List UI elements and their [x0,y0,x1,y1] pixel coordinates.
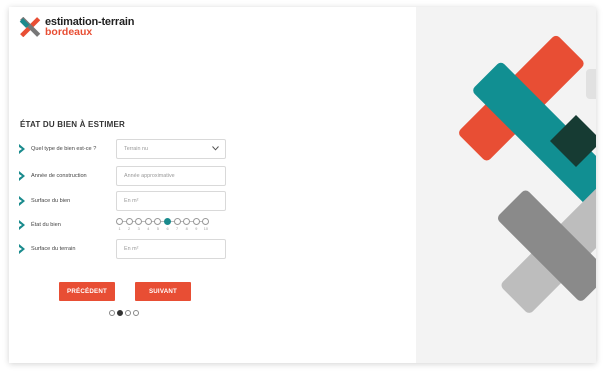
brand-graphic [459,35,596,313]
pagination-dot-4[interactable] [133,310,139,316]
rating-option-9[interactable] [192,218,200,225]
rating-option-label: 6 [166,227,169,231]
field-label: Surface du terrain [31,246,76,252]
field-label: Surface du bien [31,198,71,204]
brand-logo[interactable]: estimation-terrain bordeaux [19,17,135,38]
chevron-right-icon [19,244,25,254]
pagination-dot-3[interactable] [125,310,131,316]
rating-option-label: 9 [195,227,198,231]
rating-option-8[interactable] [183,218,191,225]
field-property-surface: Surface du bien En m² [19,191,229,211]
condition-rating-scale: 1 2 3 4 5 6 7 8 9 10 [116,217,216,235]
select-value: Terrain nu [124,146,148,152]
rating-option-label: 10 [203,227,208,231]
brand-name-line2: bordeaux [45,26,93,38]
field-label: État du bien [31,222,61,228]
chevron-right-icon [19,144,25,154]
pagination-dot-2[interactable] [117,310,123,316]
decorative-panel [416,7,596,363]
rating-option-label: 8 [185,227,188,231]
input-placeholder: En m² [124,198,139,204]
input-placeholder: En m² [124,246,139,252]
form-panel: estimation-terrain bordeaux ÉTAT DU BIEN… [9,7,416,363]
rating-option-label: 2 [128,227,131,231]
rating-option-1[interactable] [116,218,123,225]
field-land-surface: Surface du terrain En m² [19,239,229,259]
rating-option-label: 1 [118,227,121,231]
section-title: ÉTAT DU BIEN À ESTIMER [20,120,125,129]
chevron-right-icon [19,220,25,230]
rating-option-3[interactable] [135,218,143,225]
rating-option-10[interactable] [202,218,210,225]
brand-name: estimation-terrain bordeaux [45,17,135,38]
input-placeholder: Année approximative [124,173,175,179]
step-pagination [109,310,141,316]
logo-x-icon [19,17,41,37]
rating-option-7[interactable] [173,218,181,225]
rating-option-6[interactable] [164,218,171,225]
field-label: Année de construction [31,173,87,179]
construction-year-input[interactable]: Année approximative [116,166,226,186]
field-property-type: Quel type de bien est-ce ? Terrain nu [19,139,229,159]
rating-option-label: 7 [176,227,179,231]
property-surface-input[interactable]: En m² [116,191,226,211]
pagination-dot-1[interactable] [109,310,115,316]
rating-option-label: 3 [137,227,140,231]
previous-button[interactable]: PRÉCÉDENT [59,282,115,301]
property-type-select[interactable]: Terrain nu [116,139,226,159]
chevron-right-icon [19,196,25,206]
chevron-right-icon [19,171,25,181]
estimation-card: estimation-terrain bordeaux ÉTAT DU BIEN… [9,7,596,363]
rating-option-2[interactable] [125,218,133,225]
graphic-bar-corner [586,69,596,99]
rating-option-5[interactable] [154,218,162,225]
rating-option-4[interactable] [144,218,152,225]
chevron-down-icon [212,146,219,151]
rating-option-label: 5 [156,227,159,231]
field-label: Quel type de bien est-ce ? [31,146,97,152]
next-button[interactable]: SUIVANT [135,282,191,301]
land-surface-input[interactable]: En m² [116,239,226,259]
rating-option-label: 4 [147,227,150,231]
field-construction-year: Année de construction Année approximativ… [19,166,229,186]
